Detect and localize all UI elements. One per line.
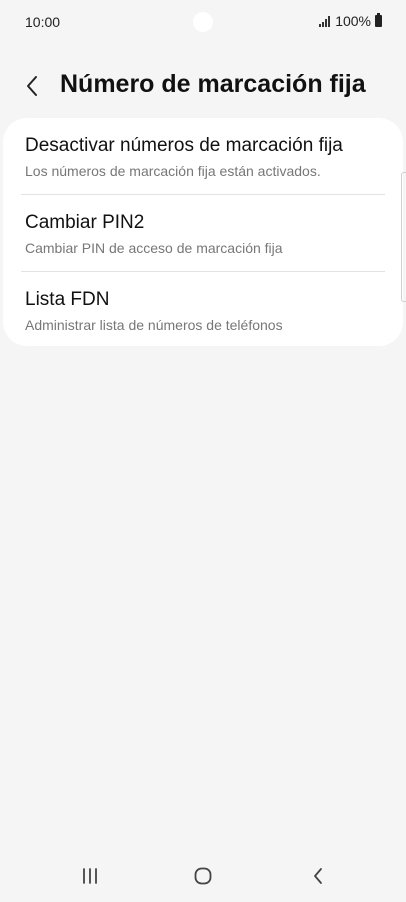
status-icons: 100%: [319, 13, 382, 29]
back-button[interactable]: [14, 68, 50, 104]
signal-icon: [319, 15, 331, 27]
list-item-change-pin2[interactable]: Cambiar PIN2 Cambiar PIN de acceso de ma…: [3, 195, 403, 271]
battery-icon: [375, 13, 382, 27]
recents-icon: [83, 868, 97, 884]
nav-back-button[interactable]: [298, 860, 338, 892]
list-item-subtitle: Los números de marcación fija están acti…: [25, 163, 321, 179]
list-item-title: Cambiar PIN2: [25, 212, 145, 233]
home-icon: [194, 867, 212, 885]
page-title: Número de marcación fija: [60, 70, 366, 98]
recents-button[interactable]: [70, 860, 110, 892]
nav-back-icon: [314, 868, 322, 884]
list-item-title: Lista FDN: [25, 289, 110, 310]
camera-cutout: [193, 12, 213, 32]
chevron-left-icon: [27, 76, 37, 96]
navigation-bar: [0, 850, 406, 902]
app-header: Número de marcación fija: [0, 60, 406, 110]
list-item-fdn-list[interactable]: Lista FDN Administrar lista de números d…: [3, 272, 403, 348]
list-item-subtitle: Administrar lista de números de teléfono…: [25, 317, 283, 333]
list-item-title: Desactivar números de marcación fija: [25, 135, 343, 156]
scrollbar[interactable]: [401, 172, 406, 302]
list-item-subtitle: Cambiar PIN de acceso de marcación fija: [25, 240, 283, 256]
status-time: 10:00: [25, 14, 61, 30]
status-bar: 10:00 100%: [0, 0, 406, 44]
battery-percentage: 100%: [335, 13, 371, 29]
list-item-disable-fdn[interactable]: Desactivar números de marcación fija Los…: [3, 118, 403, 194]
settings-list: Desactivar números de marcación fija Los…: [3, 118, 403, 346]
home-button[interactable]: [183, 860, 223, 892]
